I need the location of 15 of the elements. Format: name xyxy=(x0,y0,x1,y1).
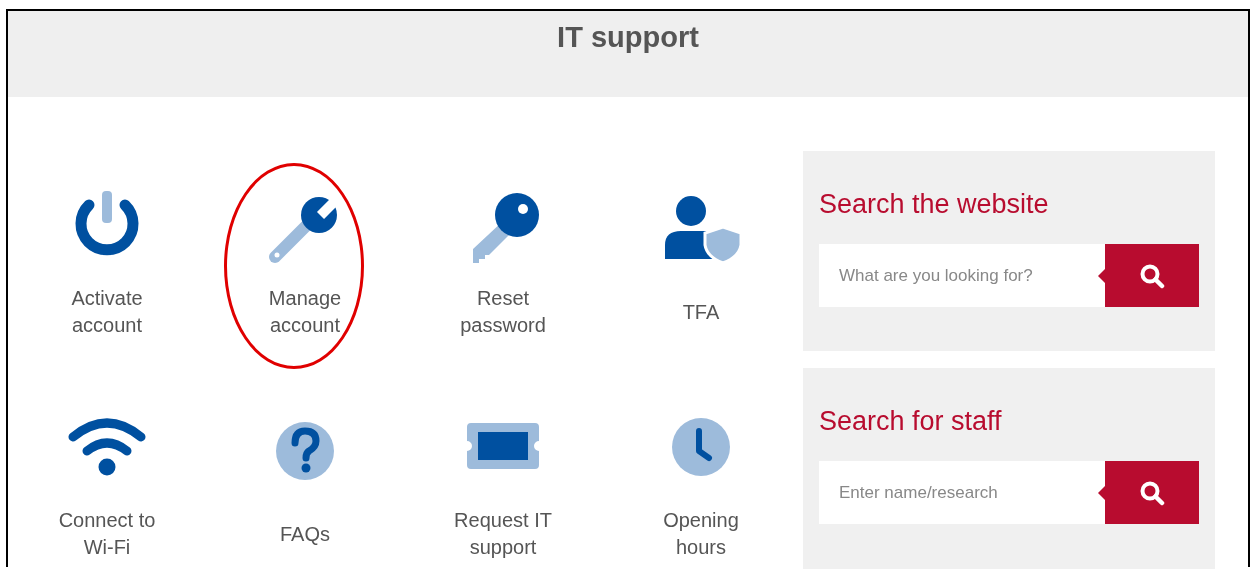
panel-title: Search for staff xyxy=(819,406,1003,438)
tile-link[interactable]: Connect to Wi-Fi xyxy=(42,507,172,561)
search-field[interactable]: What are you looking for? xyxy=(819,244,1105,307)
tile-link[interactable]: Request IT support xyxy=(438,507,568,561)
tile-link[interactable]: Activate account xyxy=(42,285,172,339)
search-icon xyxy=(1139,262,1165,289)
panel-title: Search the website xyxy=(819,189,1050,221)
tile-link[interactable]: Manage account xyxy=(240,285,370,339)
tile-link[interactable]: FAQs xyxy=(280,507,330,561)
tile-link[interactable]: TFA xyxy=(682,285,720,339)
tile-link[interactable]: Reset password xyxy=(438,285,568,339)
page-title: IT support xyxy=(557,21,699,55)
search-field[interactable]: Enter name/research xyxy=(819,461,1105,524)
search-icon xyxy=(1139,479,1165,506)
tile-link[interactable]: Opening hours xyxy=(636,507,766,561)
